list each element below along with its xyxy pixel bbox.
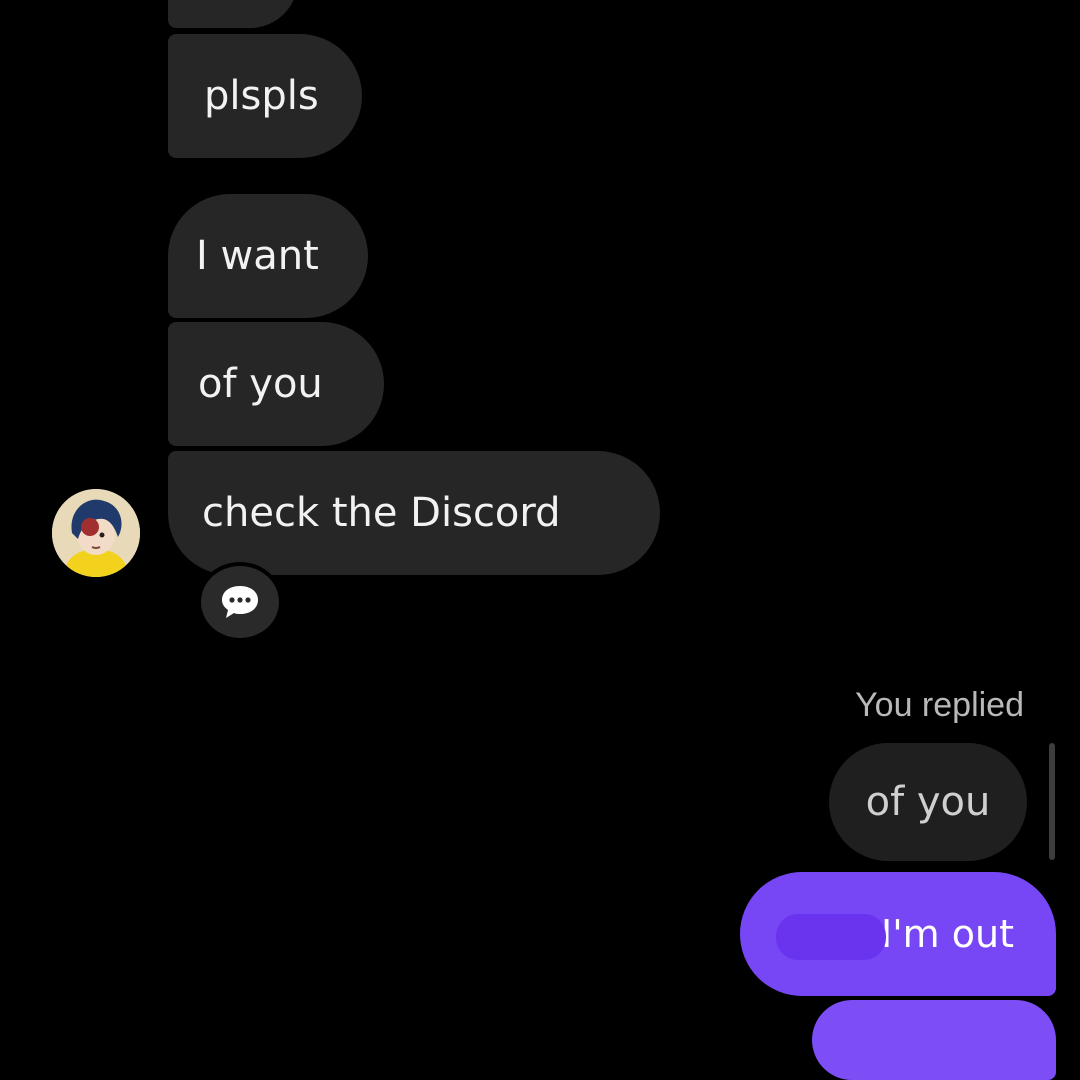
quoted-message-bubble[interactable]: of you (829, 743, 1027, 861)
incoming-message-bubble[interactable]: of you (168, 322, 384, 446)
message-text: of you (198, 361, 323, 407)
message-text: check the Discord (202, 490, 561, 536)
message-text: I'm out (881, 912, 1014, 956)
speech-bubble-icon (222, 586, 258, 618)
message-thread: plspls I want of you check the Discord Y… (0, 0, 1080, 1080)
message-text: plspls (204, 73, 319, 119)
redacted-text (776, 914, 886, 960)
sender-avatar[interactable] (52, 489, 140, 577)
message-text: I want (196, 233, 319, 279)
incoming-message-bubble[interactable]: check the Discord (168, 451, 660, 575)
quoted-message-text: of you (865, 779, 991, 825)
reply-context-label: You replied (855, 686, 1024, 724)
reply-indicator-bar (1049, 743, 1055, 860)
avatar-image (52, 489, 140, 577)
outgoing-message-bubble[interactable]: I'm out (740, 872, 1056, 996)
incoming-message-bubble[interactable]: plspls (168, 34, 362, 158)
outgoing-message-bubble-partial[interactable] (812, 1000, 1056, 1080)
incoming-message-bubble[interactable]: I want (168, 194, 368, 318)
incoming-message-bubble-partial[interactable] (168, 0, 298, 28)
message-reaction[interactable] (197, 562, 283, 642)
